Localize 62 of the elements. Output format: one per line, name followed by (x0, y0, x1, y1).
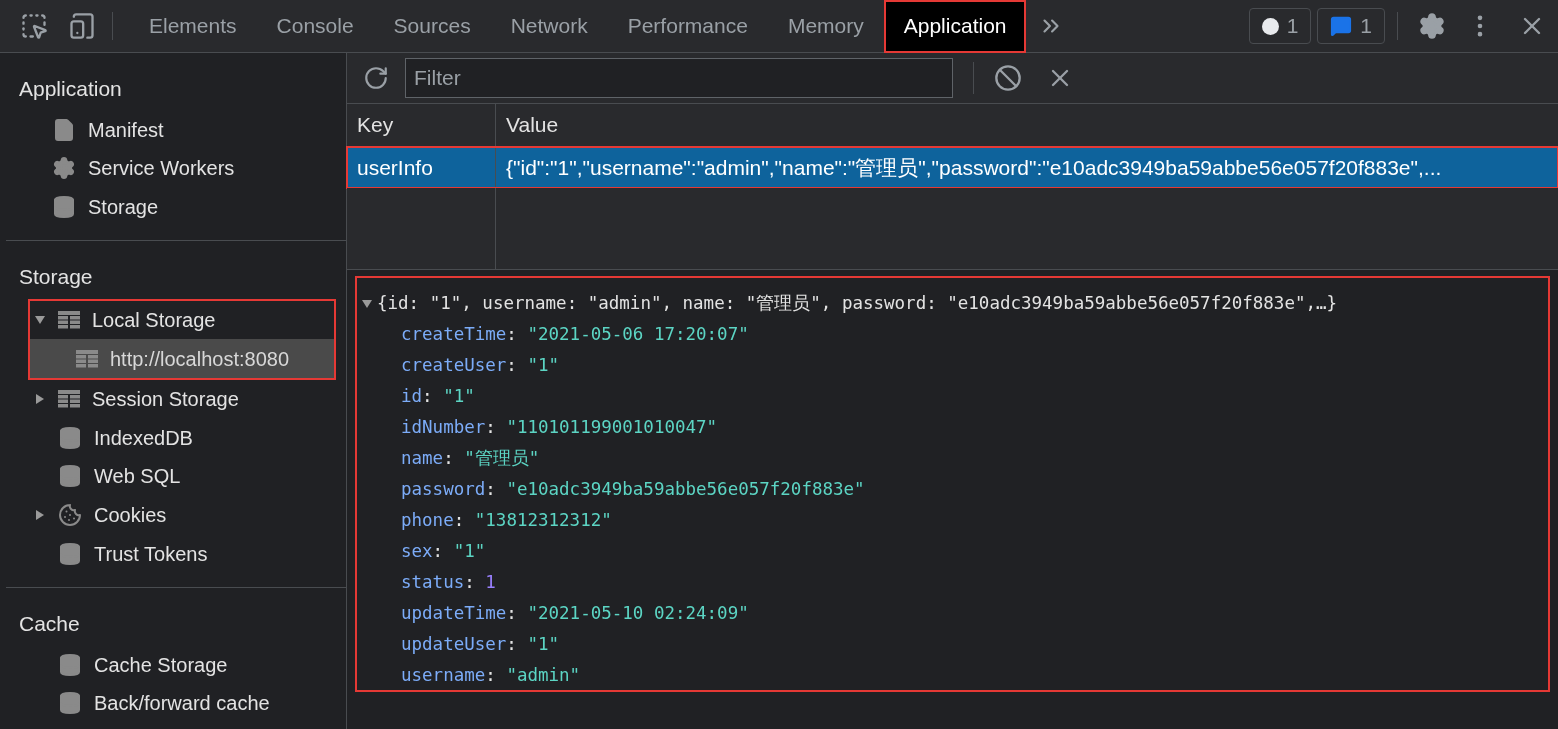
property-line: createTime: "2021-05-06 17:20:07" (400, 323, 749, 346)
sidebar-item[interactable]: Cookies (6, 495, 346, 535)
device-toolbar-icon[interactable] (68, 12, 96, 40)
issues-counter[interactable]: 1 (1248, 8, 1312, 44)
panel-tab[interactable]: Sources (373, 0, 491, 53)
database-icon (58, 425, 82, 450)
property-line: username: "admin" (400, 664, 581, 687)
table-icon (58, 390, 80, 409)
property-line: sex: "1" (400, 540, 486, 563)
inspect-element-icon[interactable] (20, 12, 48, 40)
cookie-icon (58, 503, 82, 528)
panel-tab[interactable]: Console (256, 0, 374, 53)
sidebar-item[interactable]: Local Storage (30, 300, 334, 340)
property-line: updateTime: "2021-05-10 02:24:09" (400, 602, 749, 625)
message-icon (1330, 15, 1353, 37)
section-title: Application (18, 76, 123, 102)
database-icon (58, 691, 82, 716)
messages-counter[interactable]: 1 (1317, 8, 1385, 44)
sidebar-item[interactable]: Session Storage (6, 379, 346, 419)
panel-tab[interactable]: Application (883, 0, 1027, 53)
collapsed-caret-icon[interactable] (34, 393, 46, 406)
property-line: createUser: "1" (400, 354, 560, 377)
section-title: Storage (18, 264, 94, 291)
database-icon (58, 541, 82, 566)
file-icon (52, 117, 76, 142)
property-line: phone: "13812312312" (400, 509, 612, 532)
table-cell-text: {"id":"1","username":"admin","name":"管理员","password":"e10adc3949ba59abbe56e057f20f883e",... (505, 154, 1443, 181)
property-line: id: "1" (400, 385, 475, 408)
database-icon (58, 464, 82, 489)
sidebar-item[interactable]: Back/forward cache (6, 684, 346, 723)
property-line: updateUser: "1" (400, 633, 560, 656)
gear-icon (52, 156, 76, 181)
panel-tab[interactable]: Memory (767, 0, 884, 53)
sidebar-item[interactable]: Storage (0, 187, 346, 227)
object-summary[interactable]: {id: "1", username: "admin", name: "管理员", password: "e10adc3949ba59abbe56e057f20f883e",…} (377, 288, 1338, 319)
sidebar-item[interactable]: IndexedDB (6, 418, 346, 458)
table-icon (58, 311, 80, 330)
sidebar-item[interactable]: Trust Tokens (6, 534, 346, 573)
table-icon (76, 349, 98, 368)
filter-field[interactable]: Filter (405, 58, 953, 98)
column-header[interactable]: Value (496, 104, 1558, 146)
sidebar-item[interactable]: http://localhost:8080 (30, 339, 334, 378)
table-row[interactable]: userInfo {"id":"1","username":"admin","name":"管理员","password":"e10adc3949ba59abbe56e057f20f883e",... (347, 147, 1558, 188)
sidebar-item[interactable]: Cache Storage (6, 645, 346, 685)
property-line: status: 1 (400, 571, 496, 594)
property-line: password: "e10adc3949ba59abbe56e057f20f883e" (400, 478, 865, 501)
panel-tab[interactable]: Performance (607, 0, 768, 53)
collapsed-caret-icon[interactable] (34, 509, 46, 522)
database-icon (58, 652, 82, 677)
section-title: Cache (18, 610, 81, 637)
property-line: idNumber: "110101199001010047" (400, 416, 718, 439)
database-icon (52, 195, 76, 219)
refresh-icon[interactable] (363, 65, 389, 91)
expanded-caret-icon[interactable] (361, 297, 373, 310)
sidebar-item[interactable]: Manifest (0, 110, 346, 150)
sidebar-item[interactable]: Web SQL (6, 457, 346, 496)
panel-tab[interactable]: Network (490, 0, 608, 53)
property-line: name: "管理员" (400, 447, 540, 470)
panel-tab[interactable]: Elements (129, 0, 257, 53)
settings-icon[interactable] (1418, 12, 1446, 40)
sidebar-item[interactable]: Service Workers (0, 149, 346, 188)
clear-all-icon[interactable] (994, 64, 1022, 92)
